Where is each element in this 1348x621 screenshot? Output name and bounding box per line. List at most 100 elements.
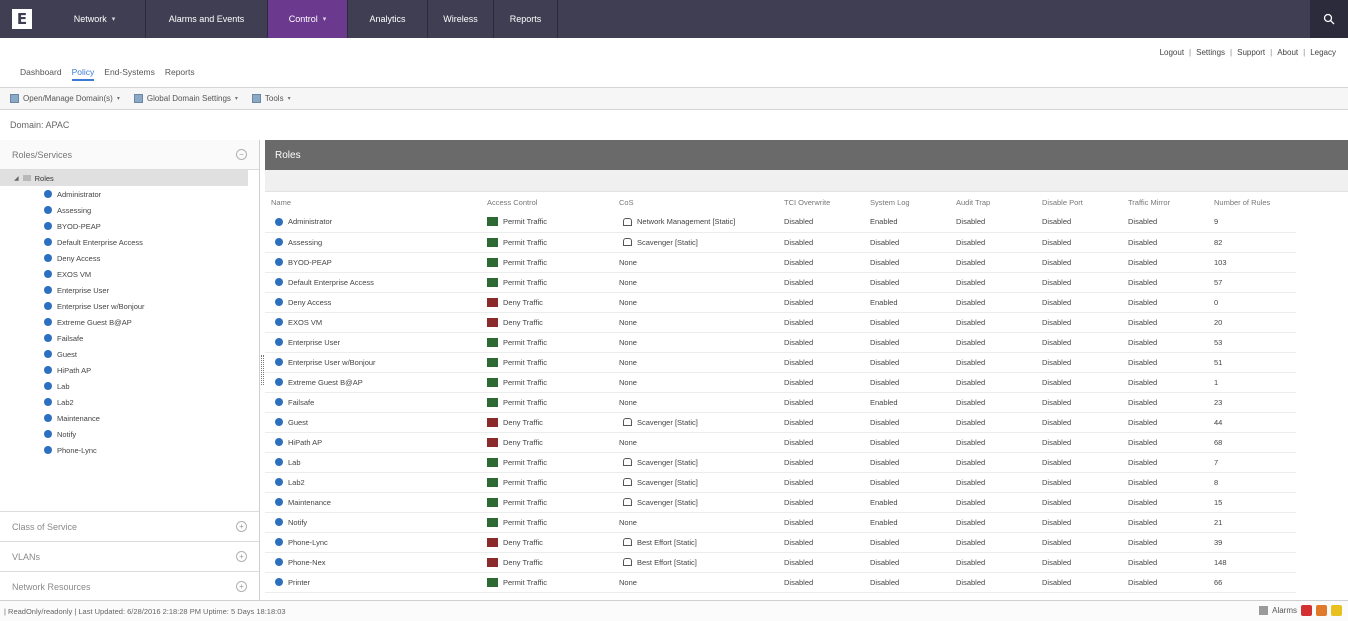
nav-tab-control[interactable]: Control ▾ bbox=[268, 0, 348, 38]
column-header[interactable]: Traffic Mirror bbox=[1124, 192, 1210, 212]
logo[interactable]: E bbox=[0, 0, 44, 38]
table-row[interactable]: Maintenance Permit Traffic Scavenger [Stat… bbox=[265, 492, 1296, 513]
alarms-area[interactable]: Alarms bbox=[1259, 605, 1342, 616]
column-header[interactable]: TCI Overwrite bbox=[780, 192, 866, 212]
tree-item-role[interactable]: Guest bbox=[0, 346, 259, 362]
table-row[interactable]: Guest Deny Traffic Scavenger [Static] Disab… bbox=[265, 412, 1296, 433]
tree-item-role[interactable]: Enterprise User w/Bonjour bbox=[0, 298, 259, 314]
cos-wrap: None bbox=[619, 278, 780, 287]
cell-tci: Disabled bbox=[780, 552, 866, 573]
access-label: Deny Traffic bbox=[503, 297, 543, 307]
toolbar-menu-2[interactable]: Tools ▾ bbox=[251, 94, 291, 103]
major-alarm-icon[interactable] bbox=[1316, 605, 1327, 616]
tree-item-role[interactable]: Failsafe bbox=[0, 330, 259, 346]
tab-dashboard[interactable]: Dashboard bbox=[20, 67, 62, 81]
nav-tab-network[interactable]: Network ▾ bbox=[44, 0, 146, 38]
support-link[interactable]: Support bbox=[1237, 48, 1265, 57]
minor-alarm-icon[interactable] bbox=[1331, 605, 1342, 616]
tree-item-role[interactable]: Enterprise User bbox=[0, 282, 259, 298]
cos-icon bbox=[623, 498, 632, 506]
role-icon bbox=[44, 398, 52, 406]
table-row[interactable]: Enterprise User w/Bonjour Permit Traffic N… bbox=[265, 352, 1296, 373]
tree-root-roles[interactable]: ◢ Roles bbox=[0, 170, 248, 186]
table-row[interactable]: HiPath AP Deny Traffic None Disabled Disable… bbox=[265, 432, 1296, 453]
cell-syslog: Enabled bbox=[866, 492, 952, 513]
table-row[interactable]: Default Enterprise Access Permit Traffic N… bbox=[265, 272, 1296, 293]
tree-item-role[interactable]: Assessing bbox=[0, 202, 259, 218]
tree-item-role[interactable]: Extreme Guest B@AP bbox=[0, 314, 259, 330]
tab-policy[interactable]: Policy bbox=[71, 67, 95, 81]
expand-icon[interactable]: + bbox=[236, 521, 247, 532]
tree-items: Administrator Assessing BYOD-PEAP Default E… bbox=[0, 186, 259, 458]
tree-item-role[interactable]: EXOS VM bbox=[0, 266, 259, 282]
table-row[interactable]: Extreme Guest B@AP Permit Traffic None Disa… bbox=[265, 372, 1296, 393]
cell-audit: Disabled bbox=[952, 332, 1038, 353]
critical-alarm-icon[interactable] bbox=[1301, 605, 1312, 616]
tree-item-role[interactable]: HiPath AP bbox=[0, 362, 259, 378]
nav-tab-wireless[interactable]: Wireless bbox=[428, 0, 494, 38]
section-vlans[interactable]: VLANs + bbox=[0, 541, 259, 571]
tab-reports[interactable]: Reports bbox=[165, 67, 195, 81]
table-row[interactable]: Printer Permit Traffic None Disabled Disable… bbox=[265, 572, 1296, 593]
column-header[interactable]: Access Control bbox=[483, 192, 615, 212]
access-wrap: Permit Traffic bbox=[487, 517, 615, 527]
column-header[interactable]: Name bbox=[265, 192, 483, 212]
tree-item-role[interactable]: Phone-Lync bbox=[0, 442, 259, 458]
tree-item-role[interactable]: Deny Access bbox=[0, 250, 259, 266]
menu-icon bbox=[10, 94, 19, 103]
access-wrap: Deny Traffic bbox=[487, 297, 615, 307]
column-header[interactable]: Number of Rules bbox=[1210, 192, 1296, 212]
nav-tab-reports[interactable]: Reports bbox=[494, 0, 558, 38]
expand-icon[interactable]: + bbox=[236, 551, 247, 562]
access-label: Permit Traffic bbox=[503, 257, 548, 267]
toolbar-menu-1[interactable]: Global Domain Settings ▾ bbox=[133, 94, 238, 103]
table-row[interactable]: Lab2 Permit Traffic Scavenger [Static] Disa… bbox=[265, 472, 1296, 493]
section-label: VLANs bbox=[12, 551, 41, 562]
tab-end-systems[interactable]: End-Systems bbox=[104, 67, 155, 81]
cell-cos: None bbox=[615, 312, 780, 333]
legacy-link[interactable]: Legacy bbox=[1310, 48, 1336, 57]
cell-tci: Disabled bbox=[780, 332, 866, 353]
column-header[interactable]: CoS bbox=[615, 192, 780, 212]
roles-services-header[interactable]: Roles/Services − bbox=[0, 140, 259, 170]
table-row[interactable]: BYOD-PEAP Permit Traffic None Disabled Disab… bbox=[265, 252, 1296, 273]
tree-item-role[interactable]: Lab bbox=[0, 378, 259, 394]
panel-splitter-handle[interactable] bbox=[261, 355, 264, 385]
cell-name: Administrator bbox=[265, 212, 483, 233]
section-class-of-service[interactable]: Class of Service + bbox=[0, 511, 259, 541]
tree-item-role[interactable]: Default Enterprise Access bbox=[0, 234, 259, 250]
column-header[interactable]: System Log bbox=[866, 192, 952, 212]
tree-item-role[interactable]: Maintenance bbox=[0, 410, 259, 426]
tree-item-role[interactable]: Administrator bbox=[0, 186, 259, 202]
cell-disable-port: Disabled bbox=[1038, 372, 1124, 393]
table-row[interactable]: Administrator Permit Traffic Network Manag… bbox=[265, 212, 1296, 233]
table-row[interactable]: Lab Permit Traffic Scavenger [Static] Disab… bbox=[265, 452, 1296, 473]
logout-link[interactable]: Logout bbox=[1160, 48, 1184, 57]
section-network-resources[interactable]: Network Resources + bbox=[0, 571, 259, 601]
table-row[interactable]: Phone-Lync Deny Traffic Best Effort [Stati… bbox=[265, 532, 1296, 553]
table-row[interactable]: Phone-Nex Deny Traffic Best Effort [Static… bbox=[265, 552, 1296, 573]
about-link[interactable]: About bbox=[1277, 48, 1298, 57]
column-header[interactable]: Disable Port bbox=[1038, 192, 1124, 212]
toolbar-menu-0[interactable]: Open/Manage Domain(s) ▾ bbox=[10, 94, 120, 103]
expand-icon[interactable]: + bbox=[236, 581, 247, 592]
cell-syslog: Disabled bbox=[866, 372, 952, 393]
expand-arrow-icon[interactable]: ◢ bbox=[14, 175, 19, 182]
nav-tab-alarms-and-events[interactable]: Alarms and Events bbox=[146, 0, 268, 38]
table-row[interactable]: EXOS VM Deny Traffic None Disabled Disabled D… bbox=[265, 312, 1296, 333]
table-row[interactable]: Deny Access Deny Traffic None Disabled Enabl… bbox=[265, 292, 1296, 313]
search-button[interactable] bbox=[1310, 0, 1348, 38]
tree-item-role[interactable]: Notify bbox=[0, 426, 259, 442]
table-row[interactable]: Assessing Permit Traffic Scavenger [Static… bbox=[265, 232, 1296, 253]
table-row[interactable]: Notify Permit Traffic None Disabled Enabled D… bbox=[265, 512, 1296, 533]
column-header[interactable]: Audit Trap bbox=[952, 192, 1038, 212]
table-row[interactable]: Enterprise User Permit Traffic None Disable… bbox=[265, 332, 1296, 353]
tree-item-role[interactable]: BYOD-PEAP bbox=[0, 218, 259, 234]
table-row[interactable]: Failsafe Permit Traffic None Disabled Enable… bbox=[265, 392, 1296, 413]
cell-cos: Scavenger [Static] bbox=[615, 412, 780, 433]
collapse-icon[interactable]: − bbox=[236, 149, 247, 160]
tree-item-role[interactable]: Lab2 bbox=[0, 394, 259, 410]
nav-tab-analytics[interactable]: Analytics bbox=[348, 0, 428, 38]
settings-link[interactable]: Settings bbox=[1196, 48, 1225, 57]
cell-tci: Disabled bbox=[780, 572, 866, 593]
